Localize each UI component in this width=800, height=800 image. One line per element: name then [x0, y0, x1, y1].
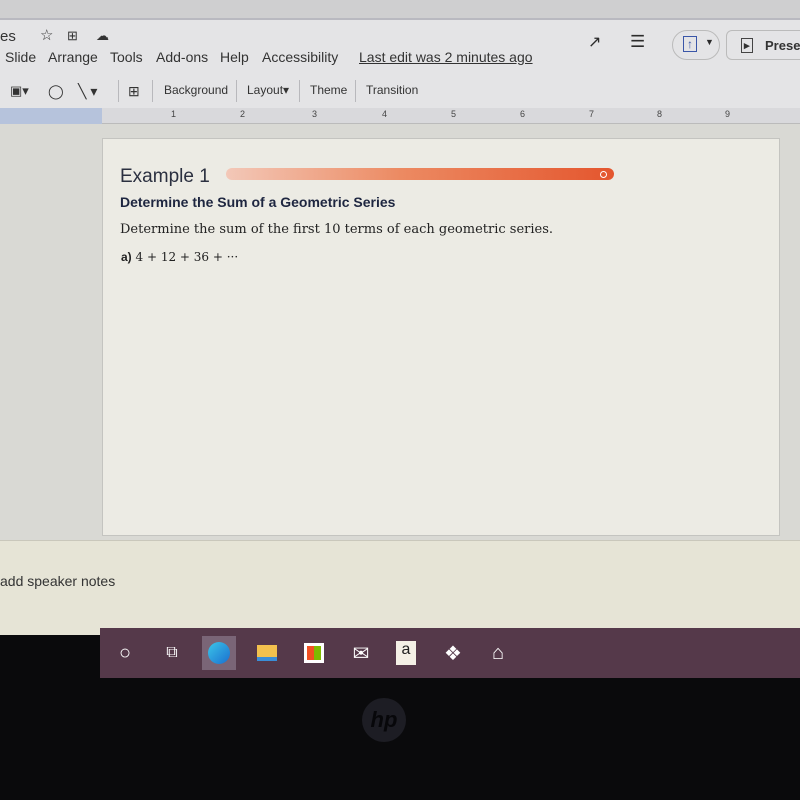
slide-heading[interactable]: Example 1: [120, 166, 210, 188]
ruler-number: 1: [171, 109, 177, 119]
play-icon: ▸: [741, 38, 753, 53]
edge-icon[interactable]: [202, 636, 236, 670]
star-icon[interactable]: ☆: [40, 26, 53, 44]
speaker-notes-area[interactable]: [0, 540, 800, 635]
browser-url-bar[interactable]: [0, 0, 800, 20]
divider: [152, 80, 153, 102]
ruler-number: 8: [657, 109, 663, 119]
layout-button[interactable]: Layout▾: [247, 83, 289, 97]
transition-button[interactable]: Transition: [366, 83, 418, 97]
part-expression: 4 + 12 + 36 + ···: [135, 250, 239, 264]
menu-slide[interactable]: Slide: [5, 49, 36, 65]
present-button[interactable]: ▸ Presen: [726, 30, 800, 60]
divider: [118, 80, 119, 102]
present-label: Presen: [765, 38, 800, 53]
move-folder-icon[interactable]: ⊞: [67, 28, 78, 44]
add-comment-icon[interactable]: ⊞: [128, 83, 140, 100]
divider: [236, 80, 237, 102]
upload-icon: ↑: [683, 36, 697, 52]
ruler-number: 3: [312, 109, 318, 119]
present-share-button[interactable]: ↑ ▼: [672, 30, 720, 60]
ruler-number: 2: [240, 109, 246, 119]
app-icon[interactable]: ⌂: [481, 636, 515, 670]
menu-addons[interactable]: Add-ons: [156, 49, 208, 65]
task-view-icon[interactable]: ⧉: [155, 636, 189, 670]
line-icon[interactable]: ╲ ▾: [78, 83, 97, 100]
cloud-status-icon[interactable]: ☁: [96, 28, 109, 44]
store-icon[interactable]: [297, 636, 331, 670]
slide-part-a[interactable]: a) 4 + 12 + 36 + ···: [121, 250, 238, 264]
mail-icon[interactable]: ✉: [344, 636, 378, 670]
ruler-number: 5: [451, 109, 457, 119]
hp-logo: hp: [362, 698, 406, 742]
shape-icon[interactable]: ◯: [48, 83, 64, 100]
part-label: a): [121, 250, 132, 264]
ruler-number: 6: [520, 109, 526, 119]
dropbox-icon[interactable]: ❖: [436, 636, 470, 670]
speaker-notes-placeholder[interactable]: add speaker notes: [0, 573, 115, 589]
ruler[interactable]: [0, 108, 800, 124]
ruler-number: 9: [725, 109, 731, 119]
comment-icon[interactable]: ☰: [630, 32, 645, 52]
file-explorer-icon[interactable]: [250, 636, 284, 670]
activity-trend-icon[interactable]: ↗: [588, 32, 601, 52]
ruler-margin: [0, 108, 102, 124]
last-edit-link[interactable]: Last edit was 2 minutes ago: [359, 49, 533, 65]
menu-tools[interactable]: Tools: [110, 49, 143, 65]
cortana-icon[interactable]: ○: [108, 636, 142, 670]
menu-arrange[interactable]: Arrange: [48, 49, 98, 65]
accent-bar-dot: [600, 171, 607, 178]
divider: [299, 80, 300, 102]
menu-help[interactable]: Help: [220, 49, 249, 65]
amazon-icon[interactable]: a: [389, 636, 423, 670]
theme-button[interactable]: Theme: [310, 83, 347, 97]
slide-instruction[interactable]: Determine the sum of the first 10 terms …: [120, 222, 553, 237]
ruler-number: 4: [382, 109, 388, 119]
menu-accessibility[interactable]: Accessibility: [262, 49, 338, 65]
chevron-down-icon: ▼: [705, 37, 714, 47]
divider: [355, 80, 356, 102]
heading-accent-bar: [226, 168, 614, 180]
background-button[interactable]: Background: [164, 83, 228, 97]
ruler-number: 7: [589, 109, 595, 119]
document-title[interactable]: es: [0, 28, 16, 45]
slide-subheading[interactable]: Determine the Sum of a Geometric Series: [120, 194, 395, 210]
new-slide-icon[interactable]: ▣▾: [10, 83, 29, 99]
